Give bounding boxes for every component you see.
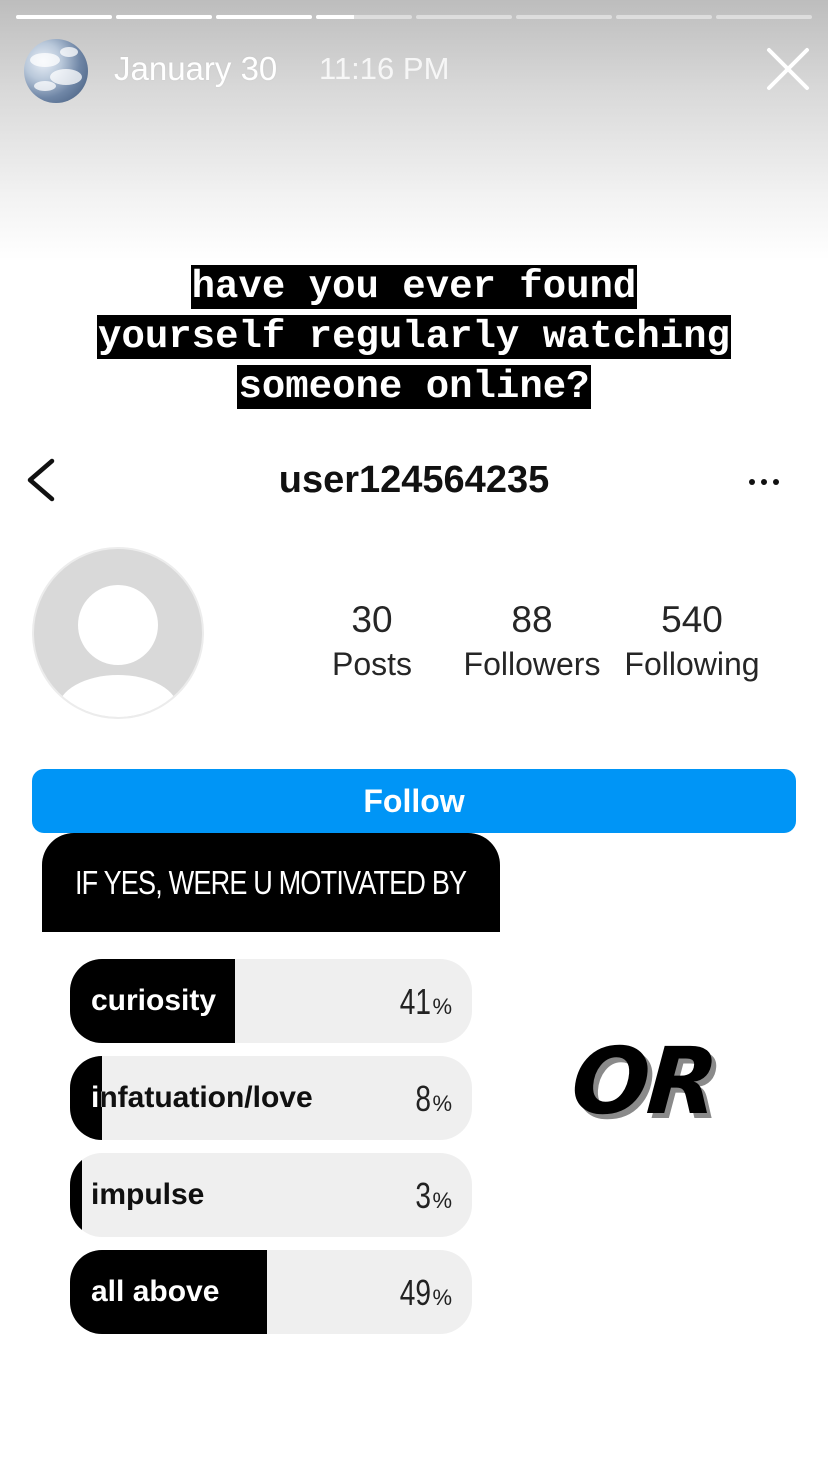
more-icon[interactable]: [744, 472, 784, 492]
poll-option[interactable]: infatuation/love 8%: [70, 1056, 472, 1140]
poll-option-bar: [70, 1153, 83, 1237]
caption-line: someone online?: [237, 365, 591, 409]
stat-posts-value: 30: [351, 599, 393, 640]
progress-segment: [216, 15, 312, 19]
progress-segment: [16, 15, 112, 19]
poll-option-percent: 8%: [415, 1078, 452, 1119]
poll-option-percent: 49%: [400, 1272, 452, 1313]
poll-option-percent: 41%: [400, 981, 452, 1022]
stat-following-value: 540: [661, 599, 723, 640]
story-time: 11:16 PM: [319, 51, 450, 86]
story-progress-bar: [16, 15, 812, 19]
poll-option[interactable]: curiosity 41%: [70, 959, 472, 1043]
story-date: January 30: [114, 50, 278, 87]
progress-segment: [316, 15, 412, 19]
story-caption: have you ever found yourself regularly w…: [30, 262, 798, 412]
poll-option-label: curiosity: [91, 984, 217, 1017]
poll-option-percent: 3%: [415, 1175, 452, 1216]
stat-posts-label: Posts: [331, 646, 413, 682]
stat-followers-value: 88: [511, 599, 553, 640]
close-icon[interactable]: [765, 46, 811, 92]
poll-question: IF YES, WERE U MOTIVATED BY: [42, 833, 500, 932]
progress-segment: [516, 15, 612, 19]
poll-option-label: all above: [91, 1275, 220, 1308]
stat-following[interactable]: 540 Following: [612, 598, 772, 686]
or-sticker: OR: [568, 1028, 719, 1135]
poll-option-label: impulse: [91, 1178, 205, 1211]
stat-followers-label: Followers: [463, 646, 601, 682]
progress-segment: [616, 15, 712, 19]
story-author-avatar[interactable]: [24, 39, 88, 103]
stat-followers[interactable]: 88 Followers: [452, 598, 612, 686]
avatar-placeholder-icon: [58, 585, 178, 717]
poll-option-label: infatuation/love: [91, 1081, 313, 1114]
poll-option[interactable]: impulse 3%: [70, 1153, 472, 1237]
progress-segment: [716, 15, 812, 19]
story-top-gradient: [0, 0, 828, 260]
progress-segment: [416, 15, 512, 19]
stat-posts[interactable]: 30 Posts: [292, 598, 452, 686]
follow-button[interactable]: Follow: [32, 769, 796, 833]
poll-option[interactable]: all above 49%: [70, 1250, 472, 1334]
profile-username: user124564235: [278, 459, 550, 501]
caption-line: have you ever found: [190, 265, 638, 309]
progress-segment: [116, 15, 212, 19]
stat-following-label: Following: [624, 646, 760, 682]
caption-line: yourself regularly watching: [97, 315, 731, 359]
profile-avatar: [32, 547, 204, 719]
poll-question-text: IF YES, WERE U MOTIVATED BY: [75, 863, 467, 901]
